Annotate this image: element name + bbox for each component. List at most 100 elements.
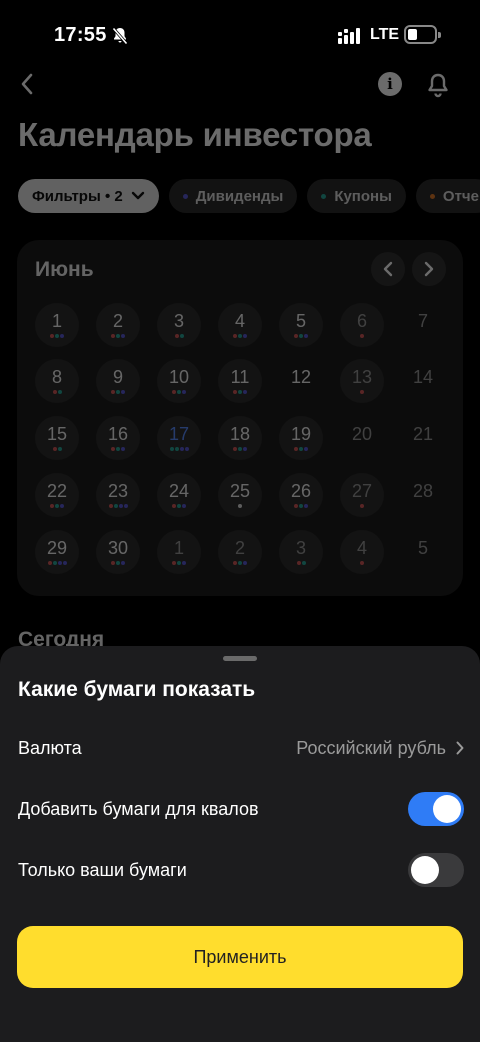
event-dot — [52, 447, 57, 451]
chip-coupons[interactable]: Купоны — [307, 179, 406, 213]
bell-icon[interactable] — [426, 72, 450, 98]
month-label: Июнь — [35, 258, 94, 281]
calendar-day[interactable]: 10 — [157, 359, 201, 403]
chip-dividends[interactable]: Дивиденды — [168, 179, 298, 213]
chip-label: Дивиденды — [195, 187, 284, 205]
calendar-day[interactable]: 24 — [157, 473, 201, 517]
event-dots — [172, 561, 186, 566]
calendar-day[interactable]: 2 — [218, 530, 262, 574]
calendar-day[interactable]: 27 — [340, 473, 384, 517]
day-number: 28 — [412, 481, 434, 501]
event-dot — [116, 447, 120, 451]
event-dot — [50, 504, 54, 508]
event-dots — [360, 334, 364, 339]
calendar-day[interactable]: 23 — [96, 473, 140, 517]
day-number: 5 — [417, 538, 428, 558]
network-type: LTE — [370, 26, 400, 43]
calendar-day[interactable]: 16 — [96, 416, 140, 460]
next-month-button[interactable] — [412, 252, 446, 286]
day-number: 18 — [229, 424, 251, 444]
event-dot — [55, 504, 59, 508]
calendar-day[interactable]: 4 — [340, 530, 384, 574]
apply-button[interactable]: Применить — [17, 926, 463, 988]
calendar-day[interactable]: 3 — [279, 530, 323, 574]
calendar-day[interactable]: 30 — [96, 530, 140, 574]
event-dot — [238, 390, 242, 394]
calendar-day[interactable]: 19 — [279, 416, 323, 460]
calendar-day[interactable]: 18 — [218, 416, 262, 460]
toggle-knob — [433, 795, 461, 823]
calendar-day[interactable]: 6 — [340, 303, 384, 347]
event-dot — [294, 447, 298, 451]
day-number: 10 — [168, 367, 190, 387]
calendar-day[interactable]: 5 — [401, 530, 445, 574]
event-dots — [111, 561, 125, 566]
calendar-day[interactable]: 20 — [340, 416, 384, 460]
calendar-day[interactable]: 1 — [35, 303, 79, 347]
event-dots — [233, 390, 247, 395]
calendar-day[interactable]: 22 — [35, 473, 79, 517]
day-number: 19 — [290, 424, 312, 444]
event-dots — [47, 561, 67, 566]
calendar-day[interactable]: 5 — [279, 303, 323, 347]
qual-toggle[interactable] — [408, 792, 464, 826]
day-number: 14 — [412, 367, 434, 387]
currency-row[interactable]: Валюта Российский рубль — [18, 728, 464, 768]
event-dots — [233, 561, 247, 566]
event-dot — [177, 561, 181, 565]
day-number: 12 — [290, 367, 312, 387]
event-dot — [360, 390, 364, 394]
calendar-day[interactable]: 1 — [157, 530, 201, 574]
event-dot — [116, 334, 120, 338]
event-dots — [50, 334, 64, 339]
event-dot — [172, 561, 176, 565]
event-dot — [299, 447, 303, 451]
event-dots — [111, 447, 125, 452]
calendar-day[interactable]: 8 — [35, 359, 79, 403]
calendar-day[interactable]: 17 — [157, 416, 201, 460]
toggle-knob — [411, 856, 439, 884]
prev-month-button[interactable] — [371, 252, 405, 286]
own-row: Только ваши бумаги — [18, 850, 464, 890]
calendar-day[interactable]: 21 — [401, 416, 445, 460]
day-number: 20 — [351, 424, 373, 444]
calendar-day[interactable]: 26 — [279, 473, 323, 517]
event-dot — [238, 561, 242, 565]
calendar-day[interactable]: 3 — [157, 303, 201, 347]
event-dot — [57, 561, 62, 565]
calendar-day[interactable]: 12 — [279, 359, 323, 403]
event-dots — [238, 504, 242, 509]
event-dot — [116, 561, 120, 565]
bell-muted-icon — [112, 27, 128, 45]
calendar-day[interactable]: 14 — [401, 359, 445, 403]
event-dots — [111, 334, 125, 339]
day-number: 22 — [46, 481, 68, 501]
own-toggle[interactable] — [408, 853, 464, 887]
calendar-day[interactable]: 7 — [401, 303, 445, 347]
back-button[interactable] — [12, 68, 42, 100]
calendar-day[interactable]: 11 — [218, 359, 262, 403]
event-dot — [296, 561, 301, 565]
event-dots — [172, 504, 186, 509]
calendar-day[interactable]: 4 — [218, 303, 262, 347]
event-dot — [182, 561, 186, 565]
event-dot — [174, 334, 179, 338]
event-dot — [52, 561, 57, 565]
event-dot — [179, 334, 184, 338]
event-dot — [111, 561, 115, 565]
event-dots — [294, 334, 308, 339]
day-number: 24 — [168, 481, 190, 501]
calendar-day[interactable]: 2 — [96, 303, 140, 347]
chip-filters[interactable]: Фильтры • 2 — [18, 179, 159, 213]
calendar-day[interactable]: 9 — [96, 359, 140, 403]
calendar-day[interactable]: 15 — [35, 416, 79, 460]
calendar-day[interactable]: 29 — [35, 530, 79, 574]
calendar-day[interactable]: 28 — [401, 473, 445, 517]
sheet-handle[interactable] — [223, 656, 257, 661]
event-dot — [169, 447, 174, 451]
info-icon[interactable]: i — [378, 72, 402, 96]
chip-reports[interactable]: Отче — [415, 179, 480, 213]
event-dot — [123, 504, 128, 508]
calendar-day[interactable]: 25 — [218, 473, 262, 517]
calendar-day[interactable]: 13 — [340, 359, 384, 403]
